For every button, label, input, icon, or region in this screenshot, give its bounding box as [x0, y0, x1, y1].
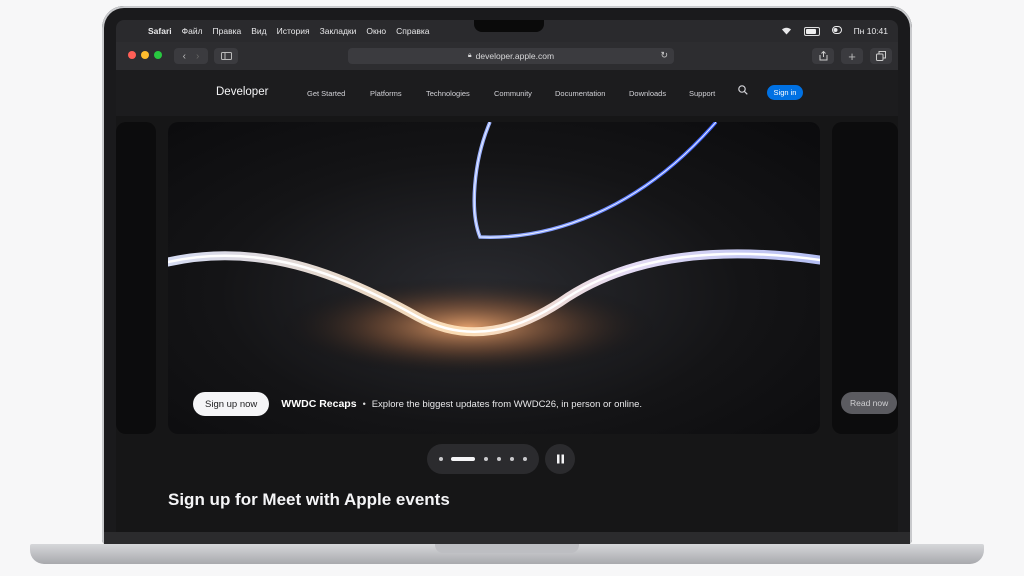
pause-carousel-button[interactable]	[545, 444, 575, 474]
nav-support[interactable]: Support	[689, 89, 715, 98]
signup-now-button[interactable]: Sign up now	[193, 392, 270, 416]
menubar-clock[interactable]: Пн 10:41	[854, 26, 888, 36]
wifi-icon[interactable]	[781, 26, 792, 37]
nav-platforms[interactable]: Platforms	[370, 89, 402, 98]
menu-window[interactable]: Окно	[366, 26, 386, 36]
hero-cta-row: Sign up now WWDC Recaps • Explore the bi…	[193, 392, 642, 416]
minimize-window-button[interactable]	[141, 51, 149, 59]
hero-description: Explore the biggest updates from WWDC26,…	[371, 398, 643, 410]
developer-logo[interactable]: Developer	[216, 86, 268, 98]
section-heading: Sign up for Meet with Apple events	[168, 490, 450, 509]
sidebar-icon	[220, 52, 232, 60]
screen: Safari Файл Правка Вид История Закладки …	[116, 20, 898, 532]
nav-downloads[interactable]: Downloads	[629, 89, 666, 98]
zoom-window-button[interactable]	[154, 51, 162, 59]
carousel-dot[interactable]	[497, 457, 501, 461]
new-tab-button[interactable]: +	[841, 48, 863, 64]
carousel-dot[interactable]	[484, 457, 488, 461]
menu-file[interactable]: Файл	[182, 26, 203, 36]
share-icon	[819, 51, 827, 61]
logo-text: Developer	[216, 86, 269, 98]
forward-icon[interactable]: ›	[196, 51, 199, 62]
plus-icon: +	[848, 48, 856, 64]
back-icon[interactable]: ‹	[183, 51, 186, 62]
camera-notch	[474, 20, 544, 32]
carousel-dot[interactable]	[523, 457, 527, 461]
page-content: Sign up now WWDC Recaps • Explore the bi…	[116, 116, 898, 532]
nav-technologies[interactable]: Technologies	[426, 89, 470, 98]
close-window-button[interactable]	[128, 51, 136, 59]
laptop-hinge	[104, 532, 910, 544]
laptop-base-notch	[435, 544, 579, 553]
menu-bookmarks[interactable]: Закладки	[320, 26, 357, 36]
menu-view[interactable]: Вид	[251, 26, 266, 36]
nav-get-started[interactable]: Get Started	[307, 89, 345, 98]
nav-community[interactable]: Community	[494, 89, 532, 98]
hero-separator: •	[362, 399, 366, 409]
menu-edit[interactable]: Правка	[213, 26, 242, 36]
carousel-dot[interactable]	[439, 457, 443, 461]
back-forward-buttons[interactable]: ‹ ›	[174, 48, 208, 64]
menu-help[interactable]: Справка	[396, 26, 429, 36]
read-now-button[interactable]: Read now	[841, 392, 898, 414]
previous-slide-card[interactable]	[116, 122, 156, 434]
hero-artwork	[168, 122, 820, 377]
tabs-icon	[876, 51, 886, 61]
hero-banner	[168, 122, 820, 434]
control-center-icon[interactable]	[831, 26, 842, 36]
lock-icon: 🔒︎	[467, 52, 472, 59]
url-text: developer.apple.com	[475, 51, 555, 61]
sidebar-toggle-button[interactable]	[214, 48, 238, 64]
site-global-nav: Developer Get Started Platforms Technolo…	[116, 70, 898, 116]
tab-overview-button[interactable]	[870, 48, 892, 64]
next-slide-card[interactable]	[832, 122, 898, 434]
hero-title: WWDC Recaps	[281, 398, 357, 410]
carousel-dot-active[interactable]	[451, 457, 475, 461]
reload-icon[interactable]: ↻	[660, 50, 668, 61]
nav-documentation[interactable]: Documentation	[555, 89, 605, 98]
battery-icon[interactable]	[803, 26, 820, 36]
browser-toolbar: ‹ › 🔒︎ developer.apple.com ↻ +	[116, 42, 898, 71]
address-bar[interactable]: 🔒︎ developer.apple.com ↻	[348, 48, 674, 64]
pause-icon	[556, 454, 564, 464]
share-button[interactable]	[812, 48, 834, 64]
signin-button[interactable]: Sign in	[767, 85, 803, 100]
menu-history[interactable]: История	[277, 26, 310, 36]
carousel-dot[interactable]	[510, 457, 514, 461]
search-icon[interactable]	[738, 85, 748, 98]
menu-app-name[interactable]: Safari	[148, 26, 172, 36]
carousel-dot-nav	[427, 444, 539, 474]
